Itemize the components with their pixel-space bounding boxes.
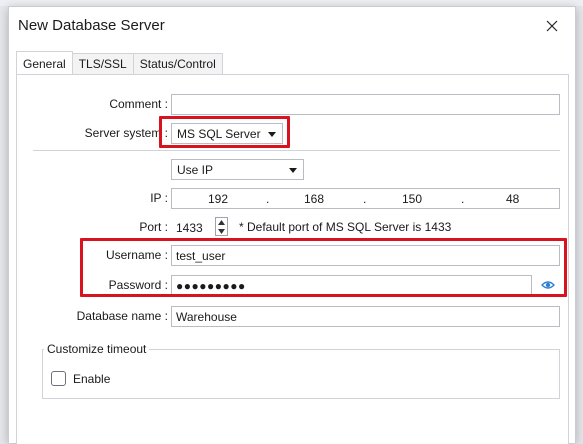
tab-status-control[interactable]: Status/Control [132,53,223,75]
database-name-input[interactable]: Warehouse [171,306,560,327]
spin-down-icon[interactable] [216,227,227,236]
separator [33,150,560,151]
port-note: * Default port of MS SQL Server is 1433 [239,220,452,234]
close-icon [546,20,558,32]
tab-tls-ssl[interactable]: TLS/SSL [71,53,134,75]
general-panel: Comment : Server system : MS SQL Server … [16,74,569,444]
server-system-label: Server system : [84,126,168,140]
ip-dot: . [363,192,367,206]
ip-octet-1: 192 [208,192,229,206]
new-database-server-dialog: New Database Server General TLS/SSL Stat… [8,6,576,444]
chevron-down-icon [289,168,297,173]
enable-timeout-label[interactable]: Enable [73,372,110,386]
ip-address-input[interactable]: 192 . 168 . 150 . 48 [171,188,560,209]
ip-label: IP : [150,191,168,205]
password-label: Password : [108,278,168,292]
username-label: Username : [105,248,168,262]
tab-general[interactable]: General [16,51,73,75]
password-input[interactable]: ●●●●●●●●● [171,275,532,296]
server-system-select[interactable]: MS SQL Server [171,123,283,144]
address-mode-value: Use IP [177,163,214,177]
port-input[interactable]: 1433 [171,217,215,238]
close-button[interactable] [539,13,565,39]
chevron-down-icon [268,132,276,137]
show-password-button[interactable] [538,276,558,294]
customize-timeout-title: Customize timeout [44,342,150,356]
customize-timeout-group [42,349,560,399]
ip-dot: . [266,192,270,206]
eye-icon [541,281,555,289]
ip-octet-3: 150 [402,192,423,206]
username-input[interactable]: test_user [171,245,560,266]
title-bar: New Database Server [9,7,575,45]
ip-octet-2: 168 [304,192,325,206]
spin-up-icon[interactable] [216,218,227,227]
port-label: Port : [139,220,168,234]
database-name-label: Database name : [76,309,168,323]
comment-label: Comment : [109,97,168,111]
dialog-title: New Database Server [18,17,165,34]
address-mode-select[interactable]: Use IP [171,159,304,180]
enable-timeout-checkbox[interactable] [51,371,66,386]
comment-input[interactable] [171,94,560,115]
ip-octet-4: 48 [506,192,520,206]
server-system-value: MS SQL Server [177,127,261,141]
port-spinner[interactable] [215,217,228,236]
tab-strip: General TLS/SSL Status/Control [16,51,223,75]
ip-dot: . [461,192,465,206]
